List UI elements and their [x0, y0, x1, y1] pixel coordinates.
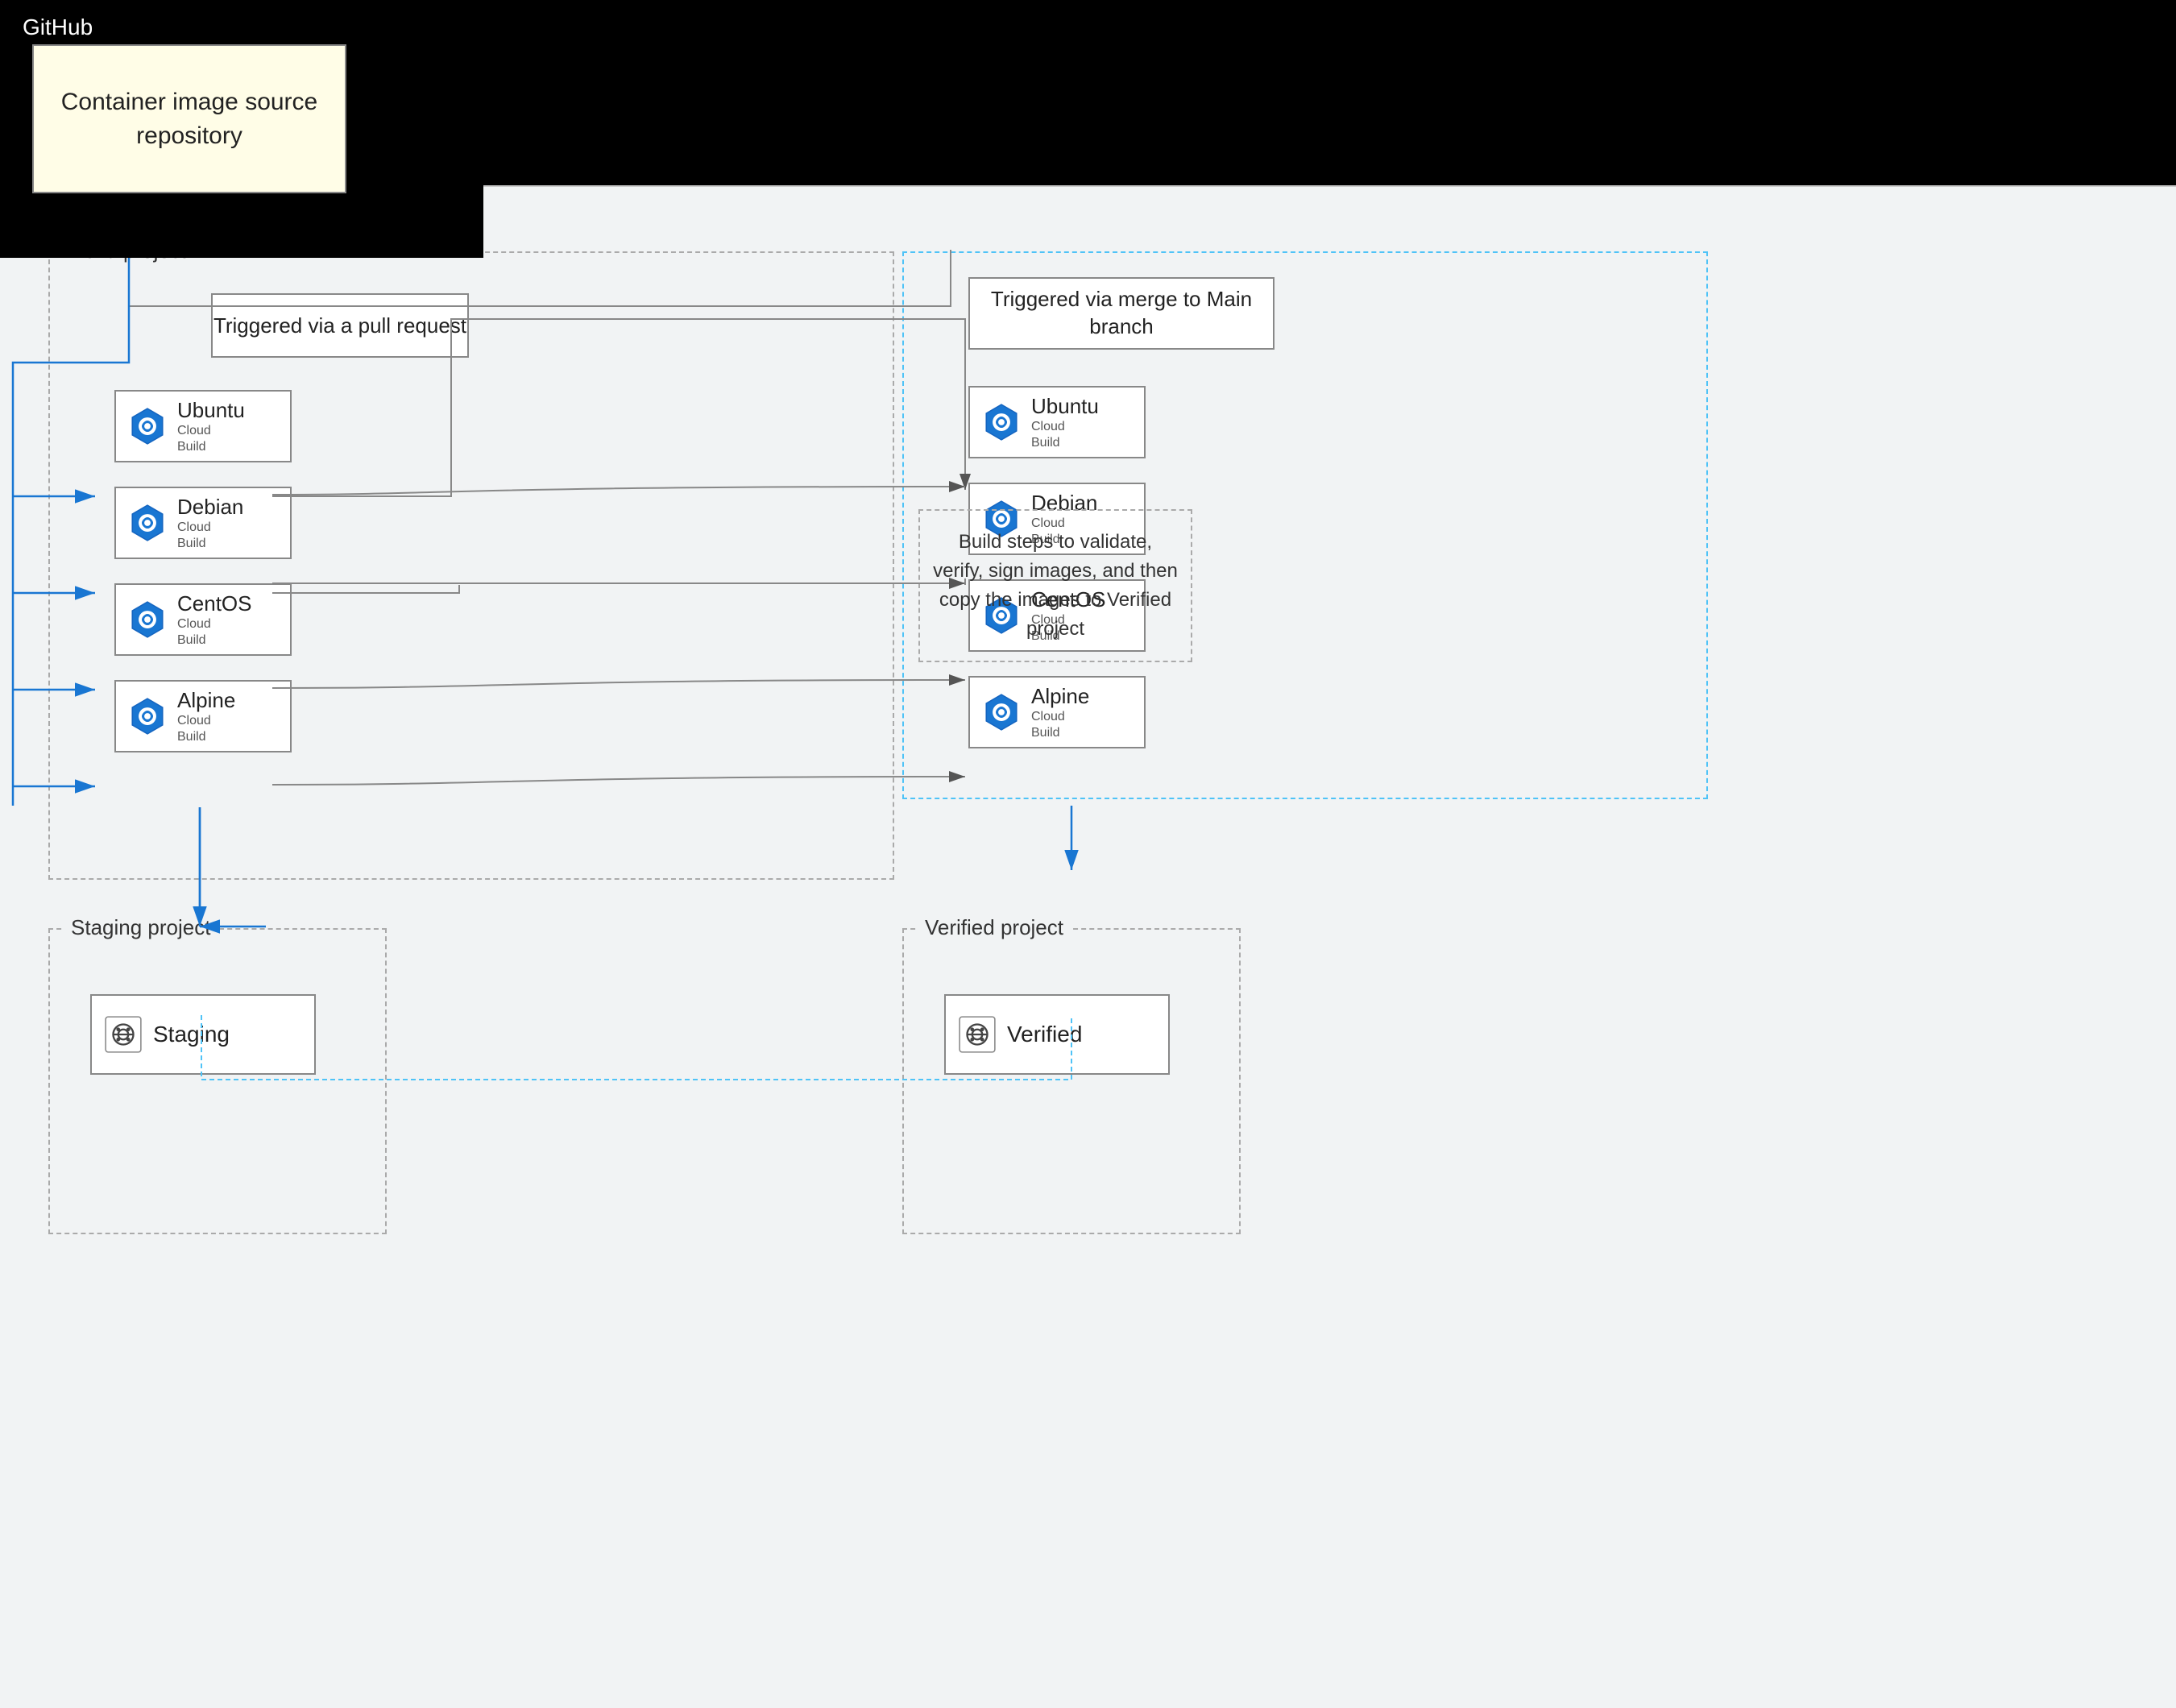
centos-left-label: CentOS: [177, 591, 252, 616]
ubuntu-left-label: Ubuntu: [177, 398, 245, 423]
merge-trigger-text: Triggered via merge to Main branch: [970, 286, 1273, 341]
build-project: Build project Triggered via a pull reque…: [48, 251, 894, 880]
pr-trigger-box: Triggered via a pull request: [211, 293, 469, 358]
staging-box: Staging: [90, 994, 316, 1075]
alpine-left-sublabel: CloudBuild: [177, 713, 235, 744]
cb-alpine-left: Alpine CloudBuild: [114, 680, 292, 752]
verified-project-label: Verified project: [918, 915, 1070, 940]
ubuntu-right-label: Ubuntu: [1031, 394, 1099, 419]
github-section: GitHub Container image source repository: [0, 0, 483, 258]
cb-debian-left: Debian CloudBuild: [114, 487, 292, 559]
gcp-section: G Google Cloud Platform Build project Tr…: [0, 185, 2176, 1708]
cb-ubuntu-right: Ubuntu CloudBuild: [968, 386, 1146, 458]
cloud-build-icon: [127, 696, 168, 736]
build-steps-text: Build steps to validate, verify, sign im…: [933, 528, 1178, 644]
cb-alpine-right: Alpine CloudBuild: [968, 676, 1146, 748]
github-label: GitHub: [23, 15, 93, 40]
staging-label: Staging: [153, 1022, 230, 1047]
centos-left-sublabel: CloudBuild: [177, 616, 252, 647]
verified-box: Verified: [944, 994, 1170, 1075]
ubuntu-left-sublabel: CloudBuild: [177, 423, 245, 454]
pr-trigger-text: Triggered via a pull request: [213, 313, 466, 338]
alpine-left-label: Alpine: [177, 688, 235, 713]
staging-project: Staging project Staging: [48, 928, 387, 1234]
cloud-build-icon: [981, 402, 1022, 442]
alpine-right-label: Alpine: [1031, 684, 1089, 709]
github-box: Container image source repository: [32, 44, 346, 193]
cloud-build-icon: [127, 599, 168, 640]
cloud-build-icon: [981, 692, 1022, 732]
debian-left-label: Debian: [177, 495, 243, 520]
staging-project-label: Staging project: [64, 915, 217, 940]
artifact-registry-icon-verified: [957, 1014, 997, 1055]
artifact-registry-icon: [103, 1014, 143, 1055]
cb-ubuntu-left: Ubuntu CloudBuild: [114, 390, 292, 462]
github-box-text: Container image source repository: [34, 77, 345, 161]
build-steps-box: Build steps to validate, verify, sign im…: [918, 509, 1192, 662]
cloud-build-icon: [127, 503, 168, 543]
cb-centos-left: CentOS CloudBuild: [114, 583, 292, 656]
verified-project: Verified project Verified: [902, 928, 1241, 1234]
cloud-build-icon: [127, 406, 168, 446]
merge-trigger-box: Triggered via merge to Main branch: [968, 277, 1275, 350]
verified-label: Verified: [1007, 1022, 1082, 1047]
debian-left-sublabel: CloudBuild: [177, 520, 243, 550]
